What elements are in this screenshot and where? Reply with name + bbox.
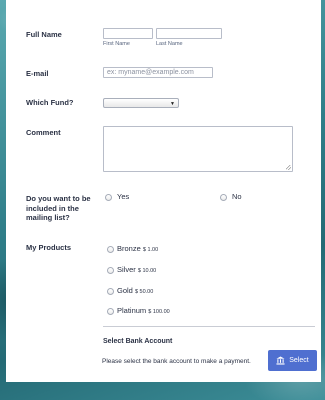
- mailing-yes-label[interactable]: Yes: [117, 192, 129, 201]
- product-price: $ 50.00: [134, 289, 154, 295]
- bank-icon: [276, 356, 285, 365]
- product-name: Silver: [117, 265, 136, 274]
- product-name: Gold: [117, 286, 133, 295]
- mailing-list-label: Do you want to be included in the mailin…: [26, 194, 91, 222]
- product-name: Bronze: [117, 244, 141, 253]
- product-platinum-radio[interactable]: [107, 308, 114, 315]
- bank-section-title: Select Bank Account: [103, 338, 173, 345]
- product-price: $ 100.00: [148, 309, 170, 315]
- fund-label: Which Fund?: [26, 98, 74, 107]
- mailing-no-label[interactable]: No: [232, 192, 242, 201]
- first-name-sublabel: First Name: [103, 41, 130, 47]
- fund-select[interactable]: ▼: [103, 98, 179, 108]
- product-silver-label[interactable]: Silver $ 10.00: [117, 265, 156, 274]
- last-name-input[interactable]: [156, 28, 222, 39]
- comment-label: Comment: [26, 128, 61, 137]
- product-platinum-label[interactable]: Platinum $ 100.00: [117, 306, 170, 315]
- select-bank-button[interactable]: Select: [268, 350, 317, 371]
- last-name-sublabel: Last Name: [156, 41, 183, 47]
- product-name: Platinum: [117, 306, 147, 315]
- bank-help-text: Please select the bank account to make a…: [102, 358, 251, 365]
- product-price: $ 10.00: [137, 268, 157, 274]
- product-gold-radio[interactable]: [107, 288, 114, 295]
- full-name-label: Full Name: [26, 30, 62, 39]
- products-label: My Products: [26, 243, 72, 252]
- product-price: $ 1.00: [142, 247, 159, 253]
- product-bronze-radio[interactable]: [107, 246, 114, 253]
- mailing-yes-radio[interactable]: [105, 194, 112, 201]
- email-input[interactable]: ex: myname@example.com: [103, 67, 213, 78]
- email-label: E-mail: [26, 69, 49, 78]
- select-button-label: Select: [289, 357, 309, 364]
- product-gold-label[interactable]: Gold $ 50.00: [117, 286, 153, 295]
- resize-grip-icon[interactable]: [286, 165, 291, 170]
- first-name-input[interactable]: [103, 28, 153, 39]
- product-silver-radio[interactable]: [107, 267, 114, 274]
- form-card: Full Name First Name Last Name E-mail ex…: [6, 0, 321, 382]
- product-bronze-label[interactable]: Bronze $ 1.00: [117, 244, 158, 253]
- comment-textarea[interactable]: [103, 126, 293, 172]
- caret-down-icon: ▼: [170, 101, 175, 107]
- section-divider: [103, 326, 315, 327]
- mailing-no-radio[interactable]: [220, 194, 227, 201]
